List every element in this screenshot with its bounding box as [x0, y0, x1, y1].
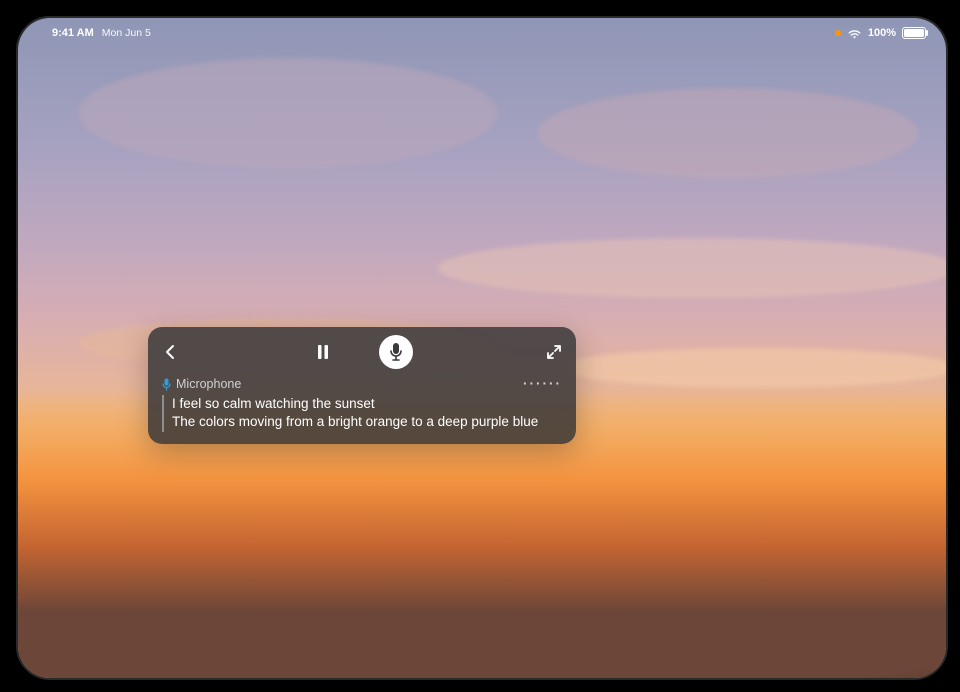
- more-button[interactable]: ······: [523, 375, 562, 393]
- microphone-small-icon: [162, 378, 171, 391]
- status-battery-pct: 100%: [868, 27, 896, 39]
- pause-icon: [317, 345, 329, 359]
- expand-icon: [546, 344, 562, 360]
- pause-button[interactable]: [311, 340, 335, 364]
- transcript-line: The colors moving from a bright orange t…: [172, 413, 562, 431]
- status-time: 9:41 AM: [52, 27, 94, 39]
- microphone-button[interactable]: [379, 335, 413, 369]
- transcript-text: I feel so calm watching the sunset The c…: [162, 395, 562, 431]
- audio-source-text: Microphone: [176, 376, 241, 393]
- microphone-icon: [389, 342, 403, 362]
- wallpaper-cloud: [558, 348, 948, 388]
- wallpaper-cloud: [78, 58, 498, 168]
- transcript-line: I feel so calm watching the sunset: [172, 395, 562, 413]
- panel-toolbar: [148, 327, 576, 375]
- recording-indicator-dot: [835, 30, 841, 36]
- audio-source-label: Microphone: [162, 376, 241, 393]
- device-frame: 9:41 AM Mon Jun 5 100%: [0, 0, 960, 692]
- wallpaper-cloud: [438, 238, 948, 298]
- expand-button[interactable]: [542, 340, 566, 364]
- wifi-icon: [847, 28, 862, 39]
- status-bar: 9:41 AM Mon Jun 5 100%: [18, 18, 946, 44]
- back-chevron-icon: [164, 344, 176, 360]
- live-captions-panel[interactable]: Microphone ······ I feel so calm watchin…: [148, 327, 576, 444]
- screen: 9:41 AM Mon Jun 5 100%: [16, 16, 948, 680]
- battery-icon: [902, 27, 926, 39]
- panel-body: Microphone ······ I feel so calm watchin…: [148, 375, 576, 444]
- wallpaper-cloud: [538, 88, 918, 178]
- status-date: Mon Jun 5: [102, 27, 151, 39]
- back-button[interactable]: [158, 340, 182, 364]
